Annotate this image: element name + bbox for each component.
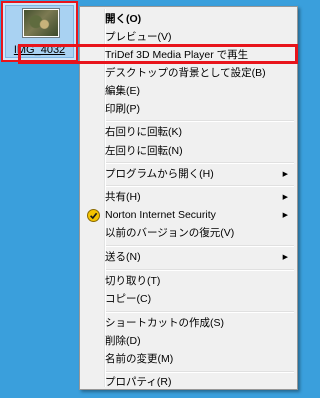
menu-item-label: 共有(H) [105,191,141,203]
menu-item-tridef-play[interactable]: TriDef 3D Media Player で再生 [83,46,294,65]
menu-separator [106,269,294,271]
menu-item-label: プレビュー(V) [105,31,172,43]
photo-thumbnail-icon [23,9,59,37]
menu-item-copy[interactable]: コピー(C) [83,290,294,309]
menu-item-cut[interactable]: 切り取り(T) [83,272,294,291]
menu-item-label: 名前の変更(M) [105,353,174,365]
menu-item-open[interactable]: 開く(O) [83,10,294,29]
menu-separator [106,245,294,247]
menu-item-edit[interactable]: 編集(E) [83,82,294,101]
file-name-label: IMG_4032 [13,44,66,56]
menu-item-label: コピー(C) [105,293,152,305]
menu-item-label: 切り取り(T) [105,275,161,287]
menu-item-rename[interactable]: 名前の変更(M) [83,350,294,369]
menu-item-label: 左回りに回転(N) [105,145,183,157]
menu-item-label: ショートカットの作成(S) [105,317,224,329]
menu-item-rotate-clockwise[interactable]: 右回りに回転(K) [83,123,294,142]
menu-item-open-with[interactable]: プログラムから開く(H) ▶ [83,165,294,184]
menu-item-label: 編集(E) [105,85,140,97]
menu-item-label: プロパティ(R) [105,376,172,388]
menu-item-print[interactable]: 印刷(P) [83,100,294,119]
menu-item-label: 以前のバージョンの復元(V) [105,227,235,239]
menu-item-label: デスクトップの背景として設定(B) [105,67,266,79]
context-menu: 開く(O) プレビュー(V) TriDef 3D Media Player で再… [79,6,298,390]
menu-item-label: 送る(N) [105,251,141,263]
menu-item-create-shortcut[interactable]: ショートカットの作成(S) [83,314,294,333]
menu-separator [106,311,294,313]
menu-item-label: 印刷(P) [105,103,140,115]
submenu-arrow-icon: ▶ [282,194,288,201]
menu-item-properties[interactable]: プロパティ(R) [83,373,294,392]
menu-item-delete[interactable]: 削除(D) [83,332,294,351]
menu-item-label: Norton Internet Security [105,209,216,221]
menu-item-norton[interactable]: Norton Internet Security ▶ [83,206,294,225]
menu-separator [106,185,294,187]
menu-item-set-desktop-background[interactable]: デスクトップの背景として設定(B) [83,64,294,83]
menu-item-preview[interactable]: プレビュー(V) [83,28,294,47]
menu-item-label: TriDef 3D Media Player で再生 [105,49,249,61]
menu-separator [106,120,294,122]
menu-item-label: プログラムから開く(H) [105,168,214,180]
submenu-arrow-icon: ▶ [282,171,288,178]
menu-item-send-to[interactable]: 送る(N) ▶ [83,248,294,267]
menu-item-label: 削除(D) [105,335,141,347]
menu-item-restore-previous-versions[interactable]: 以前のバージョンの復元(V) [83,224,294,243]
menu-item-label: 開く(O) [105,13,142,25]
menu-item-label: 右回りに回転(K) [105,126,182,138]
submenu-arrow-icon: ▶ [282,254,288,261]
submenu-arrow-icon: ▶ [282,212,288,219]
menu-item-rotate-counterclockwise[interactable]: 左回りに回転(N) [83,142,294,161]
menu-separator [106,162,294,164]
menu-item-share[interactable]: 共有(H) ▶ [83,188,294,207]
norton-icon [87,209,100,222]
desktop-file-icon[interactable]: IMG_4032 [1,1,78,62]
